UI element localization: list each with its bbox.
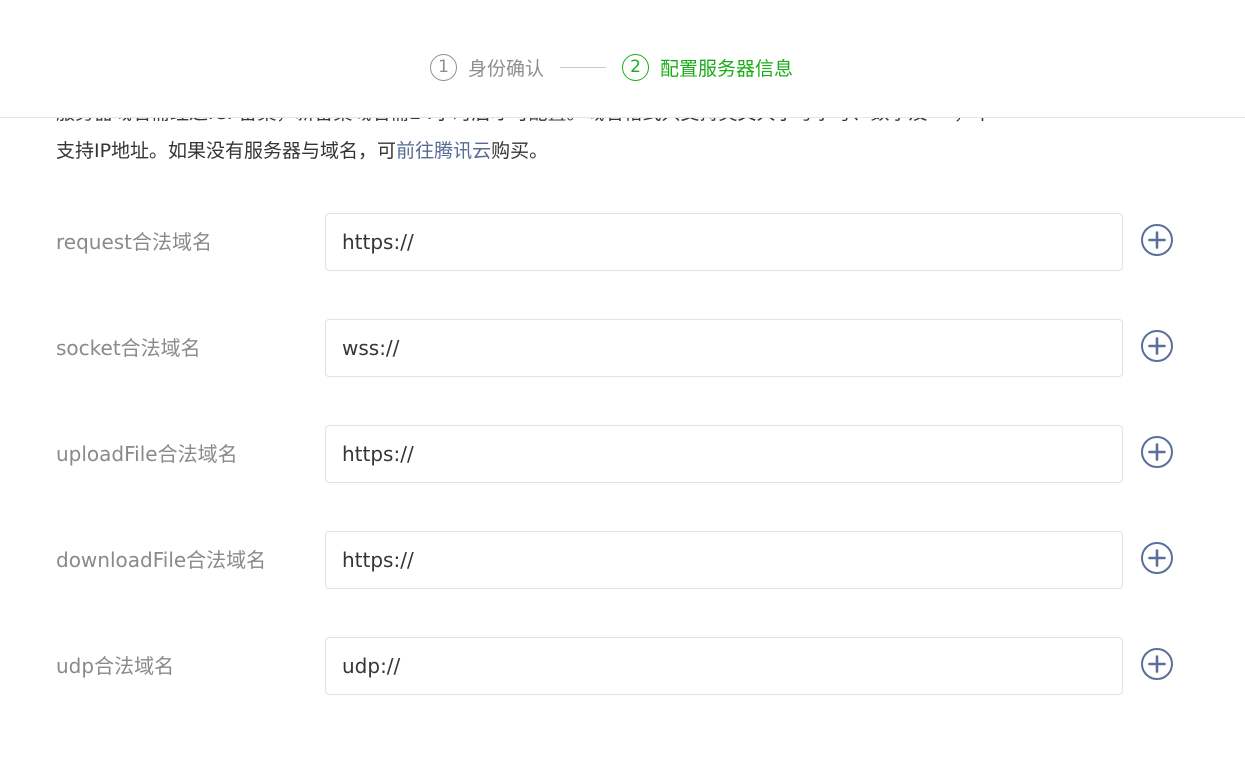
step-indicator: 1 身份确认 2 配置服务器信息: [430, 49, 793, 85]
udp-domain-label: udp合法域名: [56, 654, 175, 678]
socket-domain-input[interactable]: [325, 319, 1123, 377]
form-row-downloadfile: downloadFile合法域名: [0, 531, 1245, 589]
server-config-page: 服务器域名需经过ICP备案，新备案域名需24小时后才可配置。域名格式只支持英文大…: [0, 0, 1245, 781]
udp-domain-input[interactable]: [325, 637, 1123, 695]
plus-circle-icon[interactable]: [1140, 435, 1174, 469]
request-domain-label: request合法域名: [56, 230, 213, 254]
plus-circle-icon[interactable]: [1140, 541, 1174, 575]
downloadfile-domain-label: downloadFile合法域名: [56, 548, 267, 572]
uploadfile-domain-label: uploadFile合法域名: [56, 442, 238, 466]
plus-circle-icon[interactable]: [1140, 223, 1174, 257]
uploadfile-domain-input[interactable]: [325, 425, 1123, 483]
description-text-before: 支持IP地址。如果没有服务器与域名，可: [56, 140, 397, 162]
form-row-uploadfile: uploadFile合法域名: [0, 425, 1245, 483]
form-row-udp: udp合法域名: [0, 637, 1245, 695]
plus-circle-icon[interactable]: [1140, 329, 1174, 363]
downloadfile-domain-input[interactable]: [325, 531, 1123, 589]
socket-domain-label: socket合法域名: [56, 336, 201, 360]
step-identity-confirm: 1 身份确认: [430, 53, 545, 81]
step-label-1: 身份确认: [468, 57, 545, 80]
tencent-cloud-link[interactable]: 前往腾讯云: [396, 140, 491, 162]
step-number-2: 2: [622, 53, 650, 81]
plus-circle-icon[interactable]: [1140, 647, 1174, 681]
request-domain-input[interactable]: [325, 213, 1123, 271]
description-text: 支持IP地址。如果没有服务器与域名，可前往腾讯云购买。: [56, 136, 1186, 166]
form-row-socket: socket合法域名: [0, 319, 1245, 377]
step-label-2: 配置服务器信息: [660, 57, 794, 80]
description-text-after: 购买。: [491, 140, 549, 162]
step-header: 1 身份确认 2 配置服务器信息: [0, 0, 1245, 118]
step-connector: [560, 66, 607, 68]
step-number-1: 1: [430, 53, 457, 81]
form-row-request: request合法域名: [0, 213, 1245, 271]
step-server-config: 2 配置服务器信息: [622, 53, 794, 81]
